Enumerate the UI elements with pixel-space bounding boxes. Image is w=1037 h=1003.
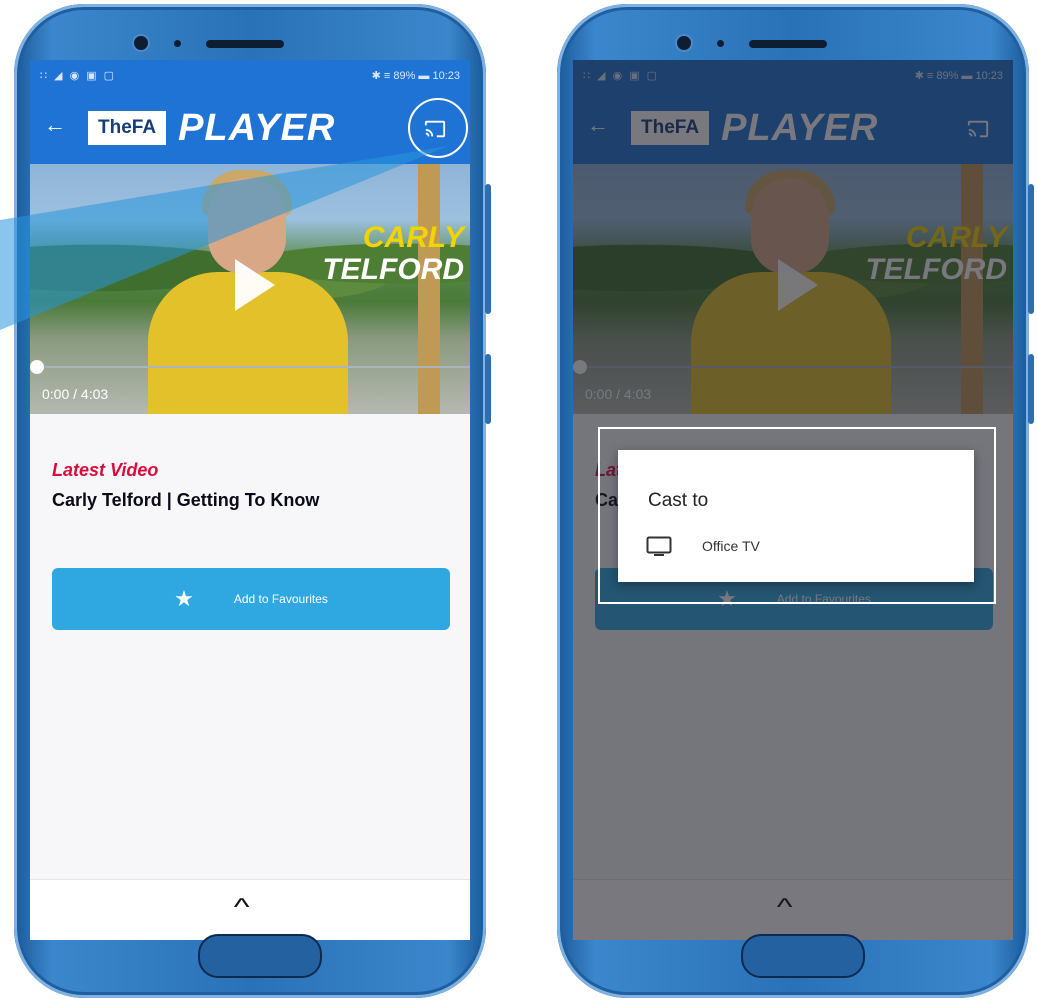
chevron-up-icon[interactable]: ^ [234,894,250,922]
progress-track[interactable] [34,366,470,368]
front-camera [677,36,691,50]
logo-fa-box: TheFA [88,111,167,145]
latest-video-label: Latest Video [52,460,159,480]
cast-highlight-ring [408,98,468,158]
volume-button [485,184,491,314]
status-icons-left: ∷ ◢ ◉ ▣ ▢ [40,70,117,82]
cast-dialog: Cast to Office TV [618,450,974,582]
app-bar: ← TheFA PLAYER [30,92,470,164]
phone-frame-left: ∷ ◢ ◉ ▣ ▢ ✱ ≡ 89% ▬ 10:23 ← TheFA PLAYER… [14,4,491,998]
bottom-bar: ^ [30,879,470,940]
play-icon[interactable] [235,259,275,311]
video-player[interactable]: CARLY TELFORD 0:00 / 4:03 [30,164,470,414]
video-title: Carly Telford | Getting To Know [52,490,320,510]
video-name-overlay: CARLY TELFORD [322,222,464,286]
status-bar: ∷ ◢ ◉ ▣ ▢ ✱ ≡ 89% ▬ 10:23 [30,60,470,92]
logo-player-text: PLAYER [178,106,336,149]
earpiece [749,40,827,48]
cast-device-name: Office TV [702,538,760,554]
overlay-last-name: TELFORD [322,253,464,286]
timecode: 0:00 / 4:03 [42,386,109,402]
home-button [198,934,322,978]
add-to-favourites-button[interactable]: ★ Add to Favourites [52,568,450,630]
cast-device-item[interactable]: Office TV [646,536,760,556]
tv-icon [646,536,672,556]
home-button [741,934,865,978]
star-icon: ★ [174,586,194,611]
video-goal-post [418,164,440,414]
power-button [485,354,491,424]
overlay-first-name: CARLY [362,221,464,254]
front-camera [134,36,148,50]
earpiece [206,40,284,48]
sensor [717,40,724,47]
progress-scrubber[interactable] [30,360,44,374]
favourites-label: Add to Favourites [233,592,328,606]
app-screen: ∷ ◢ ◉ ▣ ▢ ✱ ≡ 89% ▬ 10:23 ← TheFA PLAYER… [30,60,470,940]
fa-player-logo: TheFA PLAYER [88,106,336,149]
arrow-left-icon[interactable]: ← [44,112,66,138]
volume-button [1028,184,1034,314]
power-button [1028,354,1034,424]
cast-dialog-title: Cast to [648,490,709,511]
status-icons-right: ✱ ≡ 89% ▬ 10:23 [371,70,460,82]
sensor [174,40,181,47]
